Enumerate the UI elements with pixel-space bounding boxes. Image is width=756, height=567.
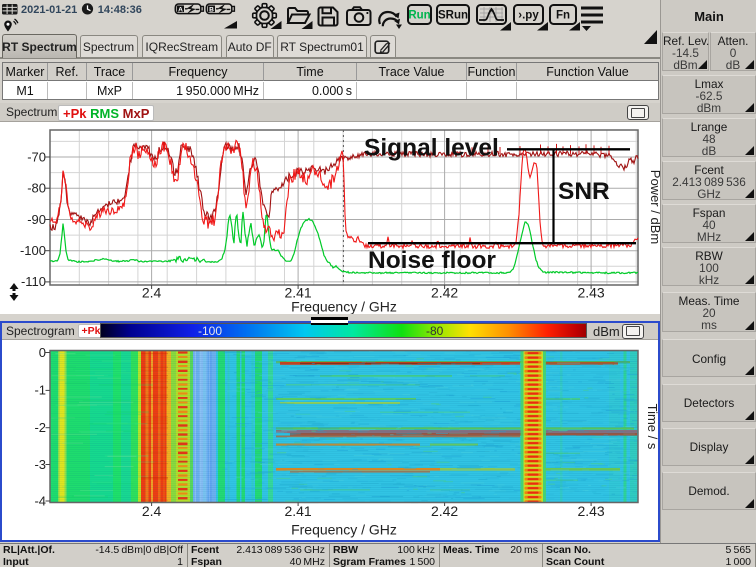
svg-text:-3: -3 bbox=[34, 456, 46, 471]
svg-text:-2: -2 bbox=[34, 420, 46, 435]
svg-text:A: A bbox=[178, 6, 183, 13]
svg-text:SNR: SNR bbox=[558, 178, 610, 205]
svg-text:-70: -70 bbox=[27, 149, 46, 164]
svg-text:Frequency / GHz: Frequency / GHz bbox=[291, 299, 397, 315]
svg-text:Frequency / GHz: Frequency / GHz bbox=[291, 521, 397, 537]
svg-text:-80: -80 bbox=[27, 181, 46, 196]
svg-text:-4: -4 bbox=[34, 493, 46, 508]
svg-text:0: 0 bbox=[39, 344, 46, 359]
svg-text:-110: -110 bbox=[21, 274, 46, 289]
svg-text:Signal level: Signal level bbox=[364, 135, 499, 162]
svg-text:-90: -90 bbox=[27, 212, 46, 227]
svg-text:B: B bbox=[209, 6, 214, 13]
svg-text:-100: -100 bbox=[20, 243, 46, 258]
svg-text:Noise floor: Noise floor bbox=[368, 247, 496, 274]
svg-text:Time / s: Time / s bbox=[645, 403, 658, 449]
svg-text:2021-01-21: 2021-01-21 bbox=[21, 4, 77, 16]
svg-text:14:48:36: 14:48:36 bbox=[98, 4, 142, 16]
svg-text:Power / dBm: Power / dBm bbox=[648, 170, 660, 244]
svg-text:-1: -1 bbox=[34, 382, 46, 397]
